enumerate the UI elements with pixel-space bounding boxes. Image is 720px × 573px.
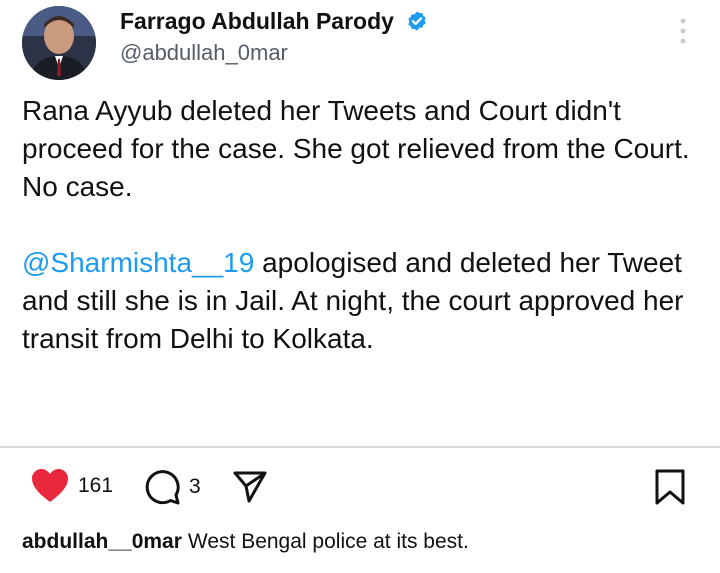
verified-badge-icon <box>408 11 426 31</box>
save-button[interactable] <box>654 468 686 506</box>
like-button[interactable]: 161 <box>30 468 113 504</box>
like-count: 161 <box>78 474 114 497</box>
comment-icon <box>145 470 180 505</box>
avatar[interactable] <box>22 6 96 80</box>
caption-text: West Bengal police at its best. <box>187 530 469 553</box>
post-caption: abdullah__0mar West Bengal police at its … <box>22 530 469 554</box>
caption-username[interactable]: abdullah__0mar <box>22 530 182 553</box>
comment-count: 3 <box>189 475 201 498</box>
bookmark-icon <box>655 469 685 505</box>
tweet-text: Rana Ayyub deleted her Tweets and Court … <box>22 92 702 358</box>
comment-button[interactable]: 3 <box>143 468 201 506</box>
author-name[interactable]: Farrago Abdullah Parody <box>120 8 428 35</box>
author-handle[interactable]: @abdullah_0mar <box>120 40 288 66</box>
author-name-text: Farrago Abdullah Parody <box>120 8 394 34</box>
post-action-bar: 161 3 <box>0 462 720 510</box>
tweet-screenshot: Farrago Abdullah Parody @abdullah_0mar R… <box>0 0 720 448</box>
heart-icon <box>32 469 68 502</box>
share-button[interactable] <box>232 470 268 504</box>
send-icon <box>233 471 267 503</box>
more-vertical-icon[interactable] <box>676 16 690 46</box>
tweet-paragraph-1: Rana Ayyub deleted her Tweets and Court … <box>22 95 690 202</box>
mention-link[interactable]: @Sharmishta__19 <box>22 247 254 278</box>
tweet-paragraph-2: @Sharmishta__19 apologised and deleted h… <box>22 244 702 358</box>
